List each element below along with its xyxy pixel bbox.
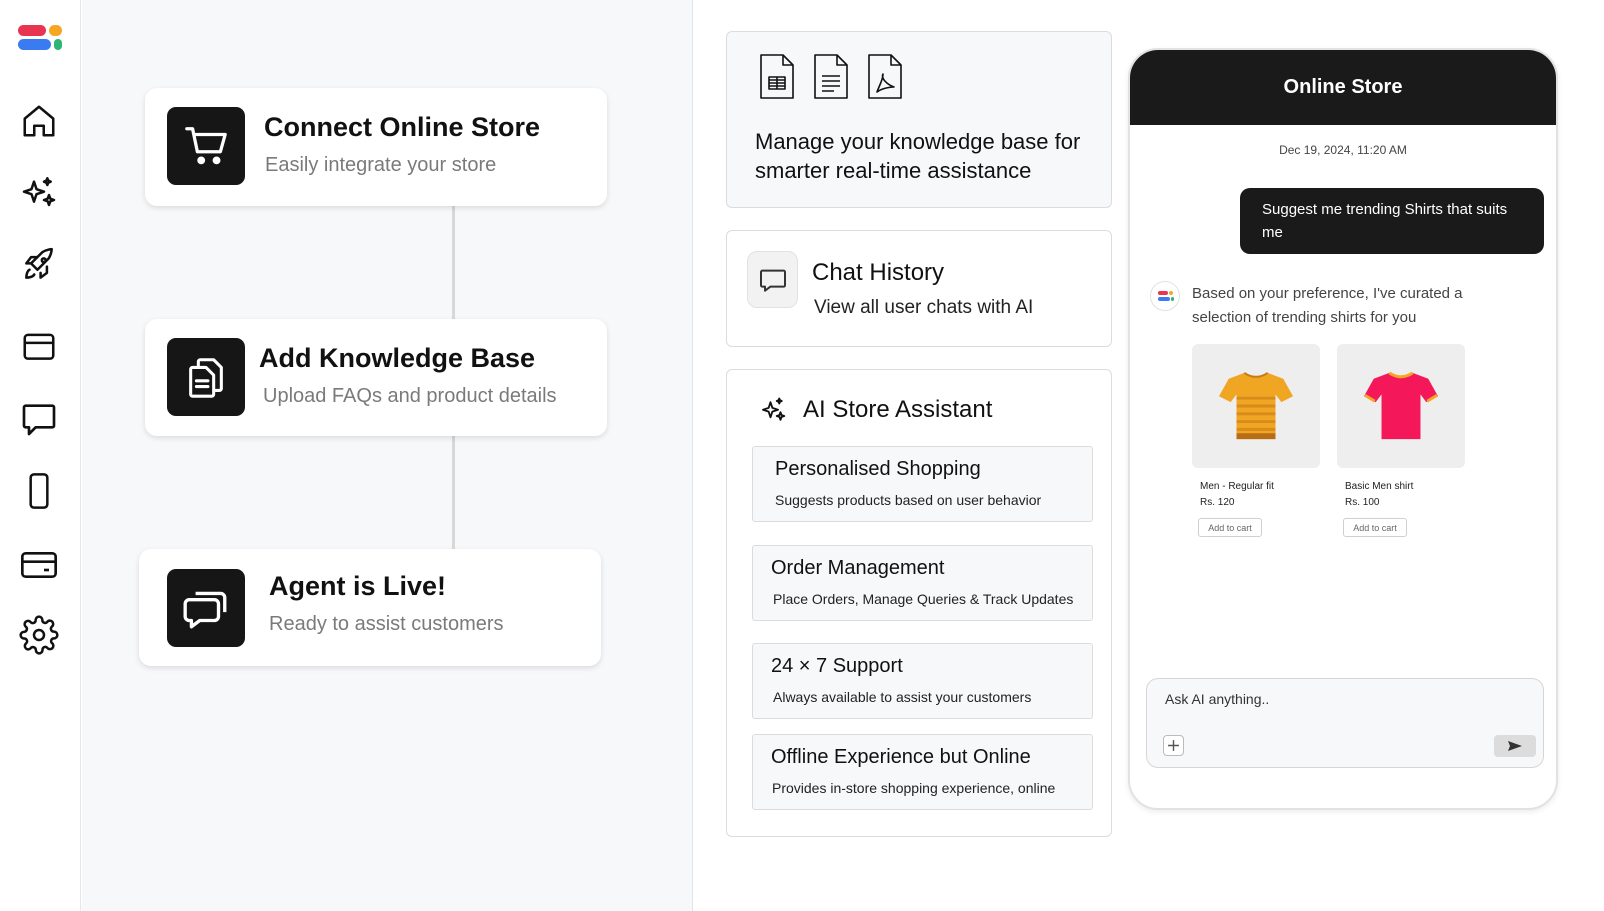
product-price: Rs. 120	[1200, 497, 1235, 508]
home-icon[interactable]	[18, 100, 60, 142]
onboarding-flow: Connect Online Store Easily integrate yo…	[82, 0, 693, 911]
phone-title: Online Store	[1283, 76, 1403, 98]
knowledge-base-text: Manage your knowledge base for smarter r…	[755, 129, 1081, 183]
chat-icon[interactable]	[18, 398, 60, 440]
feature-offline-experience[interactable]: Offline Experience but Online Provides i…	[752, 734, 1093, 810]
feature-24x7-support[interactable]: 24 × 7 Support Always available to assis…	[752, 643, 1093, 719]
spreadsheet-file-icon	[757, 52, 797, 102]
step-title: Connect Online Store	[264, 112, 541, 142]
feature-title: 24 × 7 Support	[771, 655, 903, 677]
flow-connector	[452, 206, 455, 319]
step-connect-store[interactable]: Connect Online Store Easily integrate yo…	[145, 88, 607, 206]
chat-history-card[interactable]: Chat History View all user chats with AI	[726, 230, 1112, 347]
documents-icon	[167, 338, 245, 416]
phone-chat-preview: Online Store Dec 19, 2024, 11:20 AM Sugg…	[1128, 48, 1558, 810]
red-tshirt-icon	[1364, 371, 1438, 440]
app-logo[interactable]	[18, 25, 64, 55]
sidebar	[0, 0, 81, 911]
step-subtitle: Easily integrate your store	[265, 154, 497, 176]
step-subtitle: Ready to assist customers	[269, 613, 504, 635]
bot-message: Based on your preference, I've curated a…	[1192, 285, 1463, 326]
phone-header: Online Store	[1130, 50, 1556, 125]
bot-avatar	[1150, 281, 1180, 311]
chat-input-box	[1146, 678, 1544, 768]
feature-subtitle: Suggests products based on user behavior	[775, 492, 1042, 508]
user-message: Suggest me trending Shirts that suits me	[1240, 188, 1544, 254]
add-to-cart-button[interactable]: Add to cart	[1198, 518, 1262, 537]
flow-connector	[452, 436, 455, 549]
text-file-icon	[811, 52, 851, 102]
chat-bubbles-icon	[167, 569, 245, 647]
chat-input[interactable]	[1165, 687, 1525, 711]
step-add-knowledge-base[interactable]: Add Knowledge Base Upload FAQs and produ…	[145, 319, 607, 436]
chat-history-icon	[747, 251, 798, 308]
product-name: Men - Regular fit	[1200, 481, 1274, 492]
feature-subtitle: Provides in-store shopping experience, o…	[772, 780, 1056, 796]
chat-history-subtitle: View all user chats with AI	[814, 297, 1034, 318]
product-card[interactable]: Basic Men shirt Rs. 100 Add to cart	[1337, 344, 1465, 537]
step-title: Agent is Live!	[269, 571, 447, 601]
send-icon[interactable]	[1494, 735, 1536, 757]
step-title: Add Knowledge Base	[259, 343, 536, 373]
feature-subtitle: Place Orders, Manage Queries & Track Upd…	[773, 591, 1074, 607]
add-to-cart-button[interactable]: Add to cart	[1343, 518, 1407, 537]
ai-assistant-title: AI Store Assistant	[803, 396, 993, 423]
product-card[interactable]: Men - Regular fit Rs. 120 Add to cart	[1192, 344, 1320, 537]
folder-icon[interactable]	[18, 325, 60, 367]
credit-card-icon[interactable]	[18, 544, 60, 586]
sparkles-icon	[757, 396, 789, 426]
feature-title: Order Management	[771, 557, 945, 579]
chat-timestamp: Dec 19, 2024, 11:20 AM	[1279, 143, 1407, 157]
yellow-tshirt-icon	[1219, 372, 1293, 440]
product-image	[1192, 344, 1320, 468]
product-image	[1337, 344, 1465, 468]
knowledge-base-card[interactable]: Manage your knowledge base for smarter r…	[726, 31, 1112, 208]
chat-history-title: Chat History	[812, 259, 945, 286]
settings-icon[interactable]	[18, 614, 60, 656]
feature-title: Personalised Shopping	[775, 458, 981, 480]
feature-subtitle: Always available to assist your customer…	[773, 689, 1032, 705]
rocket-icon[interactable]	[18, 244, 60, 286]
feature-order-management[interactable]: Order Management Place Orders, Manage Qu…	[752, 545, 1093, 621]
step-agent-live[interactable]: Agent is Live! Ready to assist customers	[139, 549, 601, 666]
cart-icon	[167, 107, 245, 185]
sparkles-icon[interactable]	[18, 174, 60, 216]
product-name: Basic Men shirt	[1345, 481, 1414, 492]
mobile-icon[interactable]	[18, 470, 60, 512]
feature-title: Offline Experience but Online	[771, 746, 1031, 768]
product-price: Rs. 100	[1345, 497, 1380, 508]
step-subtitle: Upload FAQs and product details	[263, 385, 557, 407]
pdf-file-icon	[865, 52, 905, 102]
feature-personalised-shopping[interactable]: Personalised Shopping Suggests products …	[752, 446, 1093, 522]
plus-icon[interactable]	[1163, 735, 1184, 756]
ai-store-assistant-card: AI Store Assistant Personalised Shopping…	[726, 369, 1112, 837]
